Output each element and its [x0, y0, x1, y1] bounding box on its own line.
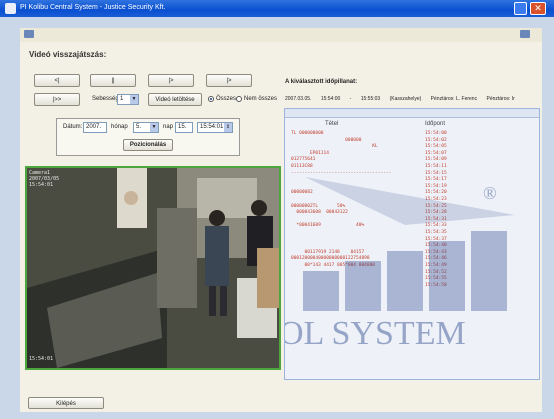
year-field[interactable]: 2007. — [83, 122, 107, 133]
month-value: 5. — [136, 124, 142, 130]
year-value: 2007. — [86, 124, 102, 130]
day-label: nap — [163, 124, 174, 130]
receipt-time: 15:54:11 — [425, 164, 447, 169]
pause-button[interactable]: || — [90, 74, 136, 87]
receipt-item: KL — [291, 144, 397, 150]
step-button[interactable]: |> — [148, 74, 194, 87]
receipt-time: 15:54:07 — [425, 150, 447, 156]
date-position-box: Dátum: 2007. hónap 5. ▼ nap 15. 15:54:01… — [56, 118, 240, 156]
info-cashier: Pénztáros: L. Ferenc — [430, 96, 478, 102]
day-value: 15. — [178, 124, 187, 130]
info-register: (Kasszahelye) — [389, 96, 422, 102]
radio-not-all-label: Nem összes — [244, 96, 278, 102]
radio-all-label: Összes — [216, 96, 237, 102]
speed-value: 1 — [120, 96, 124, 102]
video-timestamp: 15:54:01 — [29, 356, 54, 362]
video-download-button[interactable]: Videó letöltése — [148, 93, 202, 106]
video-osd-top: Camera1 2007/03/05 15:54:01 — [29, 170, 60, 188]
receipt-time: 15:54:00 — [425, 131, 447, 136]
watermark-logo — [303, 177, 515, 311]
selected-time-row: 2007.03.05. 15:54:00 - 15:55:03 (Kasszah… — [285, 96, 542, 106]
exit-button[interactable]: Kilépés — [28, 397, 104, 409]
close-window-button[interactable]: ✕ — [530, 2, 546, 15]
fast-forward-button[interactable]: |>> — [34, 93, 80, 106]
receipt-time: 15:54:05 — [425, 144, 447, 150]
date-label: Dátum: — [63, 124, 83, 130]
info-dash: - — [349, 96, 352, 102]
video-player[interactable]: Camera1 2007/03/05 15:54:01 15:54:01 — [25, 166, 281, 370]
info-time-to: 15:55:03 — [360, 96, 381, 102]
radio-not-all[interactable] — [236, 96, 242, 102]
app-icon — [5, 3, 16, 14]
play-button[interactable]: |> — [206, 74, 252, 87]
video-frame-image — [27, 168, 279, 368]
receipt-time: 15:54:09 — [425, 157, 447, 163]
rewind-button[interactable]: <| — [34, 74, 80, 87]
time-value: 15:54:01 — [200, 124, 224, 130]
speed-label: Sebesség — [92, 96, 119, 102]
speed-select[interactable]: 1 ▼ — [117, 94, 139, 105]
receipt-item: TL 000000000 — [291, 131, 357, 136]
column-header-time: Időpont — [425, 121, 446, 127]
month-select[interactable]: 5. ▼ — [133, 122, 159, 133]
page-title: Videó visszajátszás: — [29, 50, 107, 59]
receipt-item: EP01114 — [291, 150, 351, 156]
window-title: PI Kolibu Central System - Justice Secur… — [20, 4, 166, 11]
receipt-panel[interactable]: Tétel Időpont TL 000000000 15:54:00 0000… — [284, 108, 540, 380]
receipt-item: 000000 — [291, 137, 381, 143]
selected-time-heading: A kiválasztott időpillanat: — [285, 79, 358, 85]
main-panel: Videó visszajátszás: <| || |> |> |>> Seb… — [20, 42, 542, 412]
chevron-down-icon: ▼ — [130, 95, 138, 104]
position-button[interactable]: Pozicionálás — [123, 139, 173, 151]
month-label: hónap — [111, 124, 128, 130]
title-bar: PI Kolibu Central System - Justice Secur… — [0, 0, 554, 17]
receipt-time: 15:54:02 — [425, 137, 447, 143]
info-extra: Pénztáros: Ir — [486, 96, 515, 102]
radio-all[interactable] — [208, 96, 214, 102]
info-date: 2007.03.05. — [285, 96, 312, 102]
horizontal-scrollbar[interactable] — [285, 109, 539, 118]
info-time-from: 15:54:00 — [320, 96, 341, 102]
printer-icon[interactable] — [520, 30, 530, 38]
minimize-button[interactable] — [514, 2, 527, 15]
column-header-item: Tétel — [325, 121, 339, 127]
time-field[interactable]: 15:54:01 ⇕ — [197, 122, 233, 133]
spinner-icon: ⇕ — [224, 123, 232, 132]
chevron-down-icon: ▼ — [150, 123, 158, 132]
back-icon[interactable] — [24, 30, 34, 38]
day-field[interactable]: 15. — [175, 122, 193, 133]
receipt-item: 01113C88 — [291, 164, 346, 169]
receipt-item: 012775641 — [291, 157, 338, 163]
toolbar — [20, 28, 542, 42]
